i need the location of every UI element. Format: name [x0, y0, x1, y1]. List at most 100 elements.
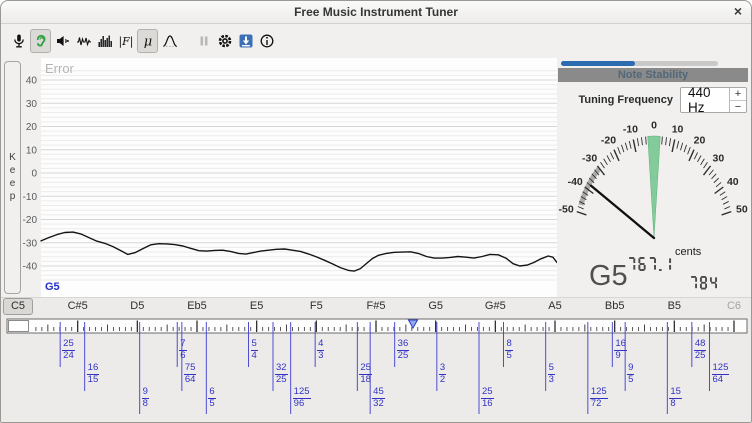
chart-current-note-label: G5	[45, 281, 60, 293]
detected-note: G5	[589, 260, 628, 293]
toolbar-fft-f-button[interactable]: |F|	[116, 29, 135, 53]
y-axis-tick-label: -20	[23, 215, 38, 226]
y-axis-tick-label: 10	[26, 145, 38, 156]
scale-note-F5[interactable]: F5	[310, 300, 323, 312]
gauge-tick-label: 20	[694, 135, 706, 147]
svg-text:μ: μ	[143, 35, 151, 50]
y-axis-tick-label: 20	[26, 122, 38, 133]
ratio-45-32: 4532	[372, 387, 385, 410]
gauge-range-band	[581, 168, 599, 205]
tuning-frequency-label: Tuning Frequency	[561, 94, 673, 106]
toolbar-waveform-button[interactable]	[74, 29, 93, 53]
ratio-16-9: 169	[614, 339, 627, 362]
ratio-16-15: 1615	[87, 363, 100, 386]
scale-note-Eb5[interactable]: Eb5	[187, 300, 207, 312]
close-icon[interactable]: ×	[734, 3, 742, 19]
spinbox-buttons: + −	[729, 88, 746, 112]
microtonal-mu-icon: μ	[140, 33, 156, 49]
ratio-25-16: 2516	[481, 387, 494, 410]
scale-note-E5[interactable]: E5	[250, 300, 263, 312]
gauge-needle	[591, 186, 654, 238]
ratio-25-18: 2518	[359, 363, 372, 386]
scale-note-C#5[interactable]: C#5	[68, 300, 88, 312]
ear-listen-icon	[33, 33, 49, 49]
statistics-gaussian-icon	[162, 33, 178, 49]
fft-f-icon: |F|	[118, 33, 134, 49]
scale-note-C6[interactable]: C6	[727, 300, 741, 312]
decrement-button[interactable]: −	[730, 101, 746, 113]
gauge-tick-label: 30	[713, 153, 725, 165]
tuning-frequency-spinbox[interactable]: 440 Hz + −	[680, 87, 747, 113]
ratio-15-8: 158	[669, 387, 682, 410]
titlebar[interactable]: Free Music Instrument Tuner ×	[1, 1, 751, 24]
ratio-48-25: 4825	[694, 339, 707, 362]
toolbar-microphone-button[interactable]	[9, 29, 28, 53]
note-stability-progressbar	[561, 61, 718, 66]
ratio-7-6: 76	[179, 339, 186, 362]
target-frequency-lcd	[691, 276, 717, 290]
toolbar-volume-db-button[interactable]	[53, 29, 72, 53]
gauge-tick-label: -10	[623, 123, 638, 135]
volume-db-icon	[55, 33, 71, 49]
gauge-unit-label: cents	[675, 246, 701, 258]
ratio-9-8: 98	[142, 387, 149, 410]
note-stability-header: Note Stability	[558, 68, 748, 82]
error-chart: 403020100-10-20-30-40	[21, 58, 557, 297]
scale-note-F#5[interactable]: F#5	[367, 300, 386, 312]
gauge-green-zone	[648, 136, 661, 238]
ratio-5-3: 53	[548, 363, 555, 386]
scale-note-G5[interactable]: G5	[428, 300, 443, 312]
scale-note-D5[interactable]: D5	[130, 300, 144, 312]
scale-note-Bb5[interactable]: Bb5	[605, 300, 625, 312]
gauge-tick-label: -20	[601, 135, 616, 147]
pause-icon	[196, 33, 212, 49]
toolbar-save-button[interactable]	[236, 29, 255, 53]
increment-button[interactable]: +	[730, 88, 746, 101]
y-axis-tick-label: 40	[26, 76, 38, 87]
note-stability-progress-fill	[561, 61, 635, 66]
ratio-75-64: 7564	[184, 363, 197, 386]
ratio-3-2: 32	[439, 363, 446, 386]
ratio-5-4: 54	[251, 339, 258, 362]
toolbar-ear-listen-button[interactable]	[30, 29, 51, 53]
microphone-icon	[11, 33, 27, 49]
spectrum-histogram-icon	[97, 33, 113, 49]
toolbar-microtonal-mu-button[interactable]: μ	[137, 29, 158, 53]
tuning-gauge: -50-40-30-20-1001020304050	[556, 113, 752, 296]
gauge-tick-label: 50	[736, 203, 748, 215]
waveform-icon	[76, 33, 92, 49]
measured-frequency-lcd	[629, 257, 671, 271]
toolbar: |F| μ	[1, 24, 751, 58]
ratio-8-5: 85	[505, 339, 512, 362]
scale-note-G#5[interactable]: G#5	[485, 300, 506, 312]
save-icon	[238, 33, 254, 49]
y-axis-tick-label: -10	[23, 192, 38, 203]
scale-note-A5[interactable]: A5	[548, 300, 561, 312]
scale-note-B5[interactable]: B5	[668, 300, 681, 312]
ratio-36-25: 3625	[397, 339, 410, 362]
ratio-9-5: 95	[627, 363, 634, 386]
scale-note-C5[interactable]: C5	[3, 298, 33, 315]
gauge-tick-label: -30	[582, 153, 597, 165]
toolbar-statistics-gaussian-button[interactable]	[160, 29, 179, 53]
window-title: Free Music Instrument Tuner	[294, 5, 458, 19]
keep-button[interactable]: Keep	[4, 61, 21, 294]
ratio-6-5: 65	[208, 387, 215, 410]
svg-text:|F|: |F|	[118, 35, 133, 49]
app-window: Free Music Instrument Tuner × |F|μ Keep …	[0, 0, 752, 423]
tuning-frequency-value[interactable]: 440 Hz	[681, 88, 729, 112]
toolbar-settings-gear-button[interactable]	[215, 29, 234, 53]
ratio-125-72: 12572	[590, 387, 608, 410]
y-axis-tick-label: 0	[31, 169, 37, 180]
ratio-32-25: 3225	[275, 363, 288, 386]
gauge-tick-label: 40	[727, 176, 739, 188]
gauge-tick-label: -50	[559, 203, 574, 215]
gauge-tick-label: -40	[568, 176, 583, 188]
ratio-125-96: 12596	[293, 387, 311, 410]
toolbar-pause-button	[194, 29, 213, 53]
ratio-4-3: 43	[317, 339, 324, 362]
toolbar-about-info-button[interactable]	[257, 29, 276, 53]
toolbar-spectrum-histogram-button[interactable]	[95, 29, 114, 53]
y-axis-tick-label: -40	[23, 262, 38, 273]
gauge-tick-label: 0	[651, 120, 657, 132]
